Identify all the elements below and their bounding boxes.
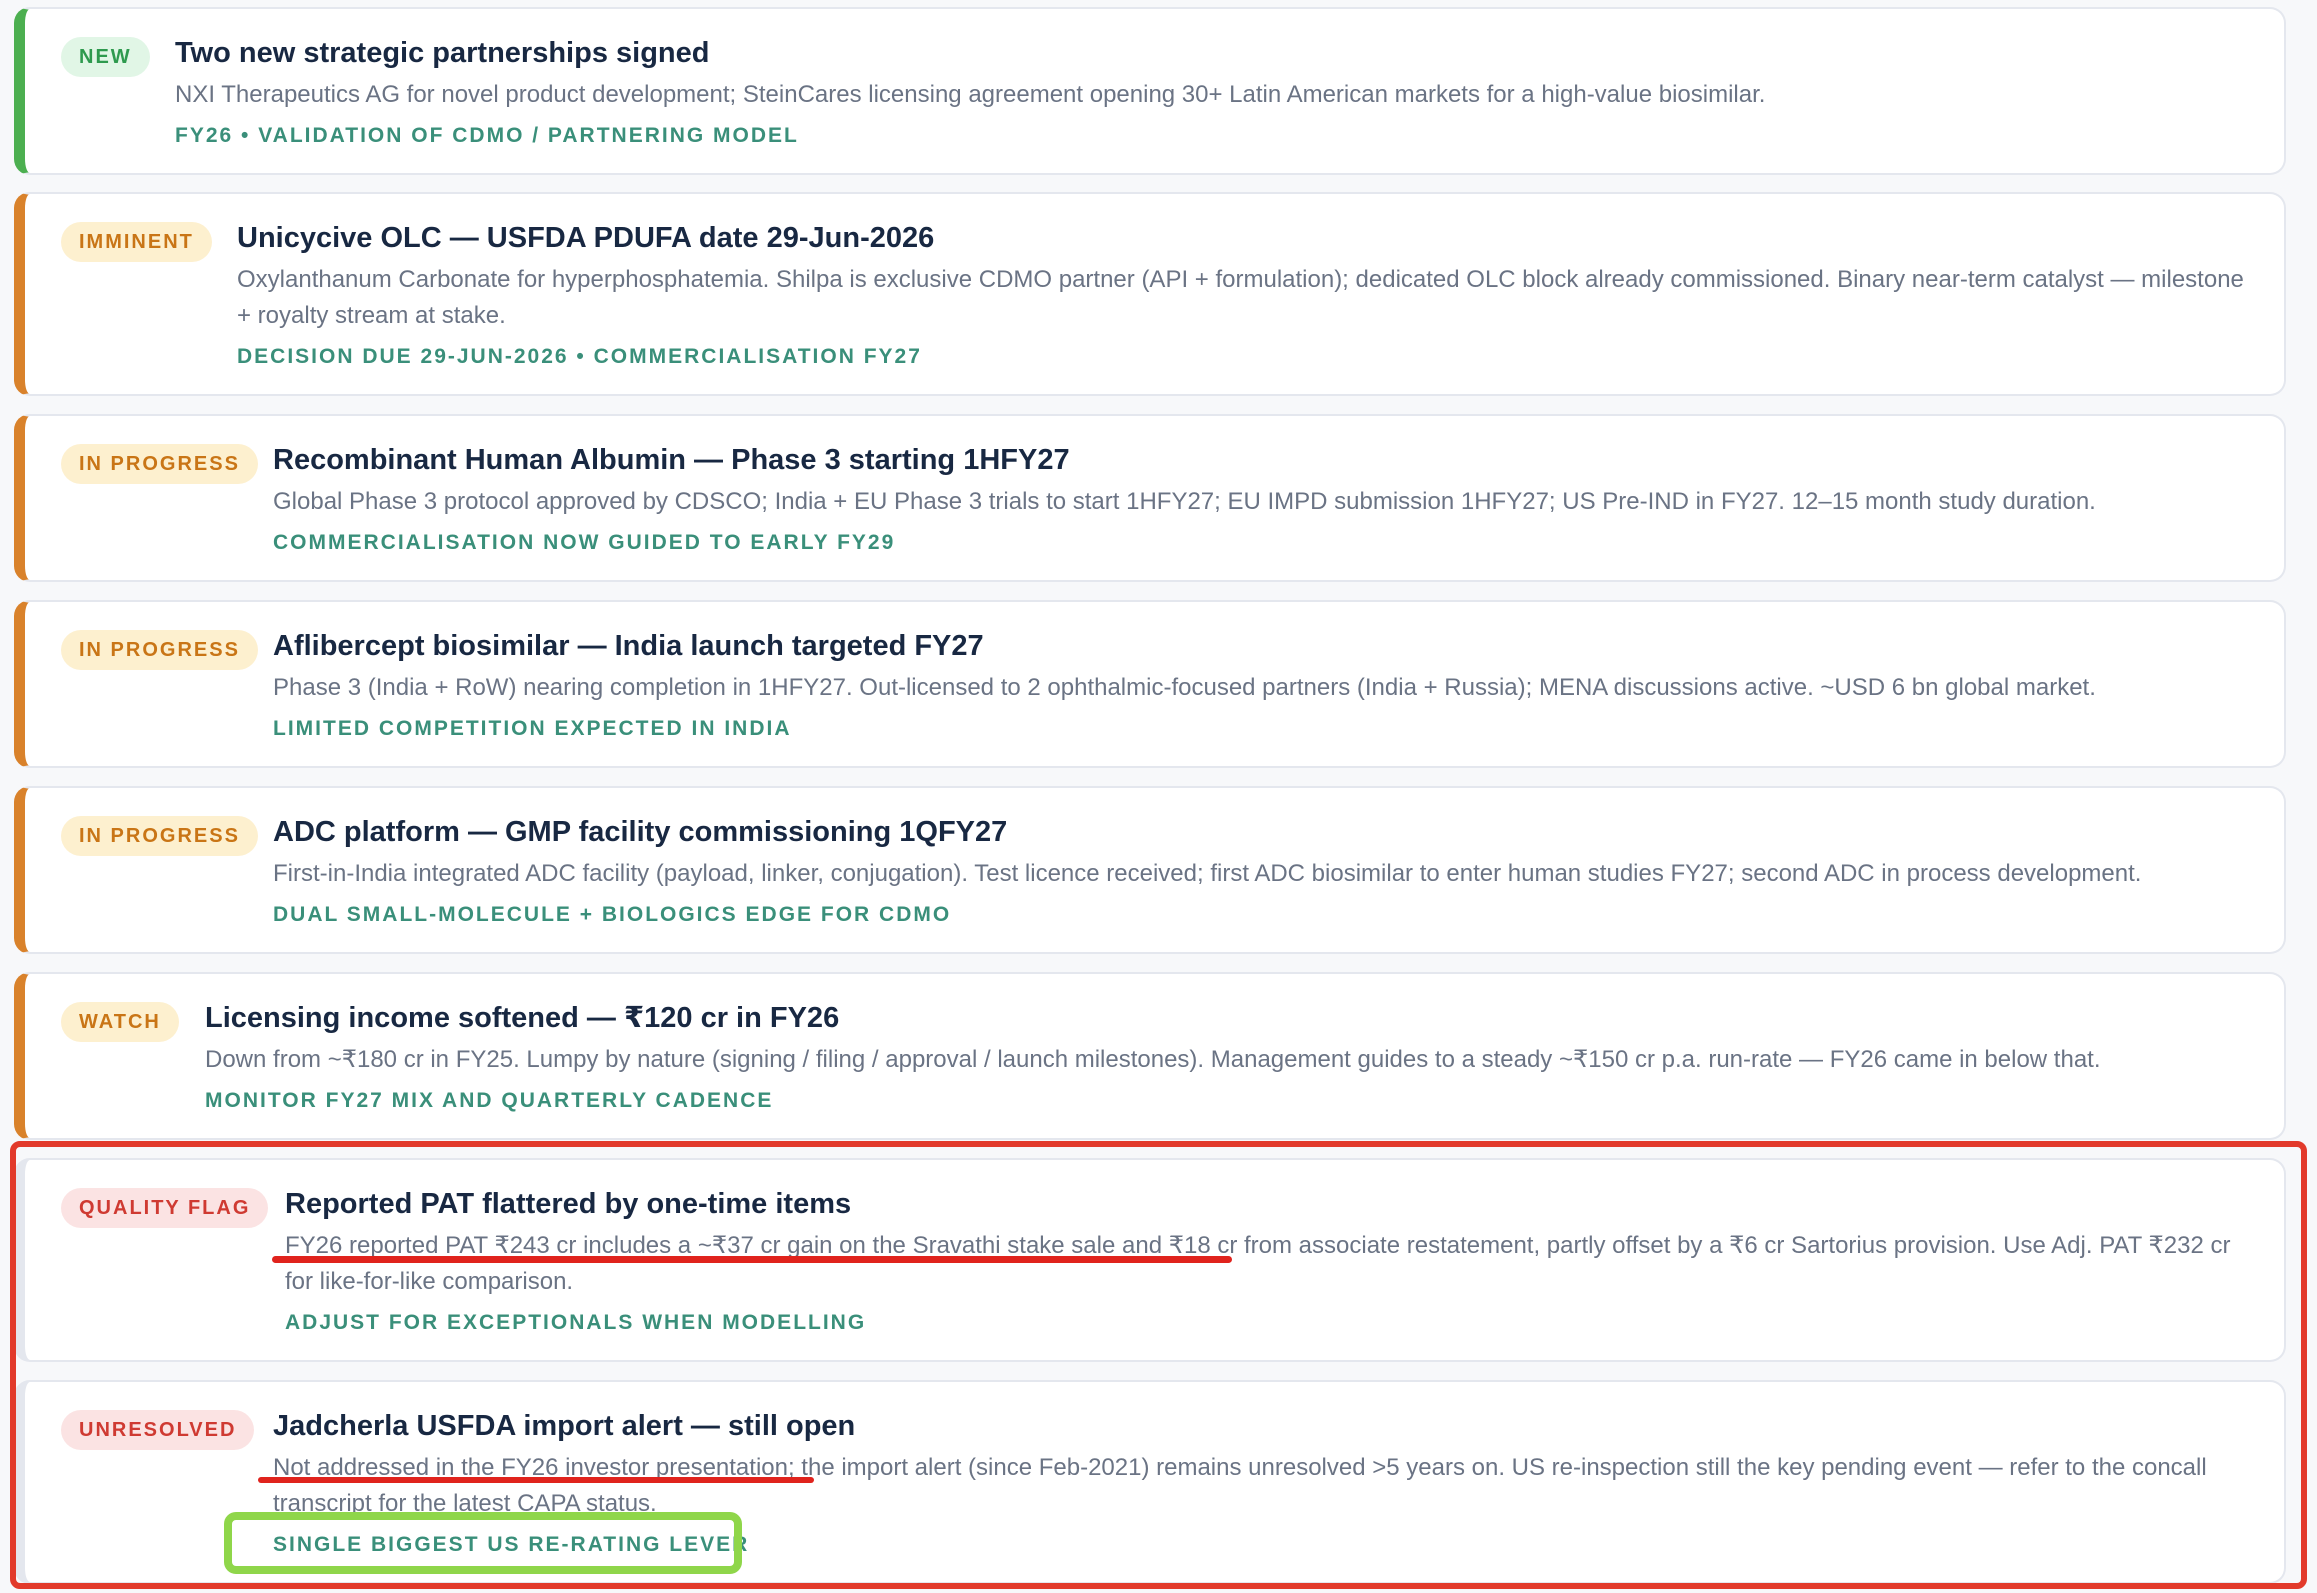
card-title: Licensing income softened — ₹120 cr in F… (205, 1002, 840, 1034)
card-tag: DUAL SMALL-MOLECULE + BIOLOGICS EDGE FOR… (273, 903, 952, 926)
status-badge: WATCH (61, 1002, 179, 1042)
status-card: IMMINENT Unicycive OLC — USFDA PDUFA dat… (14, 192, 2286, 396)
card-tag: MONITOR FY27 MIX AND QUARTERLY CADENCE (205, 1089, 774, 1112)
status-badge: IMMINENT (61, 222, 212, 262)
status-badge: IN PROGRESS (61, 444, 258, 484)
card-description: Global Phase 3 protocol approved by CDSC… (273, 488, 2096, 515)
status-card: IN PROGRESS ADC platform — GMP facility … (14, 786, 2286, 954)
card-description: Not addressed in the FY26 investor prese… (273, 1454, 2207, 1517)
card-tag: FY26 • VALIDATION OF CDMO / PARTNERING M… (175, 124, 799, 147)
status-card: WATCH Licensing income softened — ₹120 c… (14, 972, 2286, 1140)
card-title: Aflibercept biosimilar — India launch ta… (273, 630, 984, 662)
status-card: NEW Two new strategic partnerships signe… (14, 7, 2286, 175)
card-description: Phase 3 (India + RoW) nearing completion… (273, 674, 2096, 701)
card-title: Unicycive OLC — USFDA PDUFA date 29-Jun-… (237, 222, 935, 254)
status-card: IN PROGRESS Recombinant Human Albumin — … (14, 414, 2286, 582)
status-badge: NEW (61, 37, 150, 77)
status-card: IN PROGRESS Aflibercept biosimilar — Ind… (14, 600, 2286, 768)
card-tag: ADJUST FOR EXCEPTIONALS WHEN MODELLING (285, 1311, 867, 1334)
card-description: First-in-India integrated ADC facility (… (273, 860, 2142, 887)
card-description: FY26 reported PAT ₹243 cr includes a ~₹3… (285, 1232, 2231, 1295)
status-badge: IN PROGRESS (61, 630, 258, 670)
card-title: ADC platform — GMP facility commissionin… (273, 816, 1008, 848)
card-description: Oxylanthanum Carbonate for hyperphosphat… (237, 266, 2244, 329)
card-tag: LIMITED COMPETITION EXPECTED IN INDIA (273, 717, 792, 740)
status-badge: UNRESOLVED (61, 1410, 255, 1450)
card-description: Down from ~₹180 cr in FY25. Lumpy by nat… (205, 1046, 2101, 1073)
status-card: UNRESOLVED Jadcherla USFDA import alert … (14, 1380, 2286, 1584)
card-tag: SINGLE BIGGEST US RE-RATING LEVER (273, 1533, 750, 1556)
status-badge: QUALITY FLAG (61, 1188, 269, 1228)
card-description: NXI Therapeutics AG for novel product de… (175, 81, 1766, 108)
card-title: Recombinant Human Albumin — Phase 3 star… (273, 444, 1070, 476)
card-tag: COMMERCIALISATION NOW GUIDED TO EARLY FY… (273, 531, 896, 554)
status-card: QUALITY FLAG Reported PAT flattered by o… (14, 1158, 2286, 1362)
card-title: Reported PAT flattered by one-time items (285, 1188, 852, 1220)
status-card-list: NEW Two new strategic partnerships signe… (0, 0, 2317, 1593)
status-badge: IN PROGRESS (61, 816, 258, 856)
card-title: Jadcherla USFDA import alert — still ope… (273, 1410, 856, 1442)
card-tag: DECISION DUE 29-JUN-2026 • COMMERCIALISA… (237, 345, 922, 368)
card-title: Two new strategic partnerships signed (175, 37, 710, 69)
